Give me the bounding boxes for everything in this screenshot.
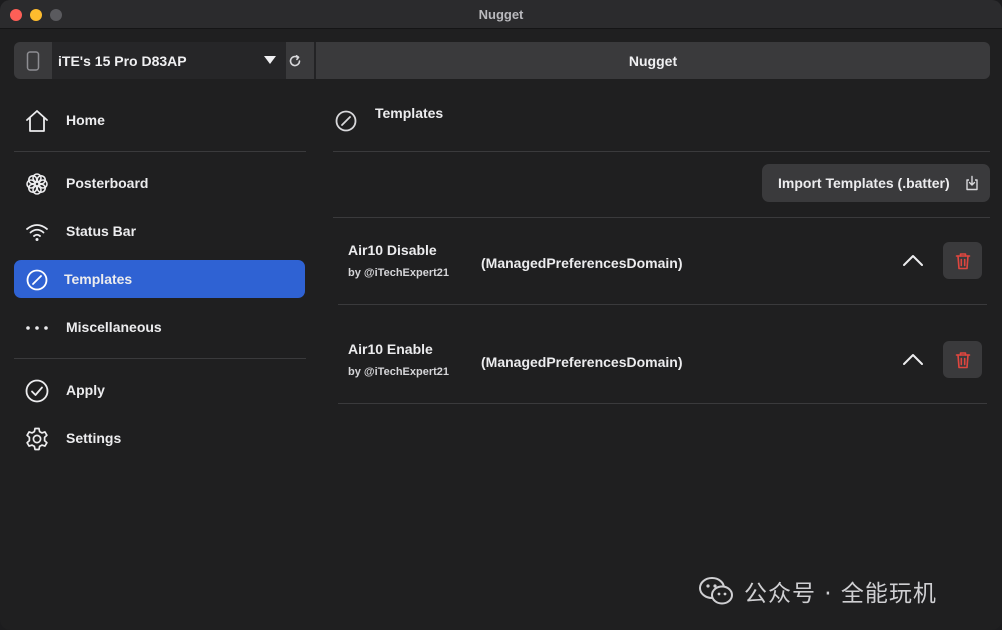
wifi-icon xyxy=(24,219,50,245)
flower-icon xyxy=(24,171,50,197)
sidebar-divider xyxy=(14,358,306,359)
import-icon xyxy=(966,175,978,191)
watermark: 公众号 · 全能玩机 xyxy=(698,574,937,608)
delete-template-button[interactable] xyxy=(943,242,982,279)
refresh-icon xyxy=(289,54,301,66)
refresh-button[interactable] xyxy=(276,42,314,79)
row-divider xyxy=(338,304,987,305)
sidebar-item-label: Status Bar xyxy=(66,223,137,239)
sidebar-item-apply[interactable]: Apply xyxy=(14,371,305,409)
device-toolbar: iTE's 15 Pro D83AP Nugget xyxy=(14,42,990,79)
row-divider xyxy=(338,403,987,404)
window-title: Nugget xyxy=(478,7,524,22)
sidebar-item-label: Miscellaneous xyxy=(66,319,162,335)
template-name: Air10 Enable xyxy=(348,341,433,357)
wechat-icon xyxy=(699,577,733,605)
chevron-up-icon[interactable] xyxy=(902,249,924,271)
watermark-text: 公众号 · 全能玩机 xyxy=(744,581,937,607)
template-row: Air10 Enable by @iTechExpert21 (ManagedP… xyxy=(338,316,987,402)
template-domain: (ManagedPreferencesDomain) xyxy=(481,255,683,271)
template-author: by @iTechExpert21 xyxy=(348,267,450,279)
sidebar-item-posterboard[interactable]: Posterboard xyxy=(14,164,305,202)
title-bar: Nugget xyxy=(0,0,1002,29)
trash-icon xyxy=(955,351,970,368)
gauge-icon xyxy=(335,110,357,132)
delete-template-button[interactable] xyxy=(943,341,982,378)
sidebar-item-templates[interactable]: Templates xyxy=(14,260,305,298)
sidebar-item-label: Posterboard xyxy=(66,175,149,191)
page-title: Templates xyxy=(375,105,444,121)
sidebar-item-miscellaneous[interactable]: Miscellaneous xyxy=(14,308,305,346)
phone-icon xyxy=(26,50,40,71)
header-divider xyxy=(333,151,990,152)
sidebar-item-label: Templates xyxy=(64,271,133,287)
checkmark-circle-icon xyxy=(24,378,50,404)
trash-icon xyxy=(955,252,970,269)
sidebar-item-status-bar[interactable]: Status Bar xyxy=(14,212,305,250)
ellipsis-icon xyxy=(24,315,50,341)
home-icon xyxy=(24,108,50,134)
template-author: by @iTechExpert21 xyxy=(348,366,450,378)
app-name-label: Nugget xyxy=(628,52,678,69)
import-templates-label: Import Templates (.batter) xyxy=(778,175,950,191)
chevron-up-icon[interactable] xyxy=(902,348,924,370)
sidebar-item-label: Settings xyxy=(66,430,122,446)
app-window: Nugget iTE's 15 Pro D83AP Nugget Home Po… xyxy=(0,0,1002,630)
device-name: iTE's 15 Pro D83AP xyxy=(58,52,187,69)
sidebar-item-label: Apply xyxy=(66,382,105,398)
chevron-down-icon xyxy=(264,56,276,64)
sidebar-item-settings[interactable]: Settings xyxy=(14,419,305,457)
sidebar-divider xyxy=(14,151,306,152)
device-button[interactable] xyxy=(14,42,52,79)
import-templates-button[interactable]: Import Templates (.batter) xyxy=(762,164,990,202)
sidebar-item-label: Home xyxy=(66,112,105,128)
template-row: Air10 Disable by @iTechExpert21 (Managed… xyxy=(338,217,987,303)
gauge-icon xyxy=(24,267,50,293)
sidebar-item-home[interactable]: Home xyxy=(14,101,305,139)
template-domain: (ManagedPreferencesDomain) xyxy=(481,354,683,370)
template-name: Air10 Disable xyxy=(348,242,437,258)
gear-icon xyxy=(24,426,50,452)
device-select[interactable]: iTE's 15 Pro D83AP xyxy=(52,42,286,79)
